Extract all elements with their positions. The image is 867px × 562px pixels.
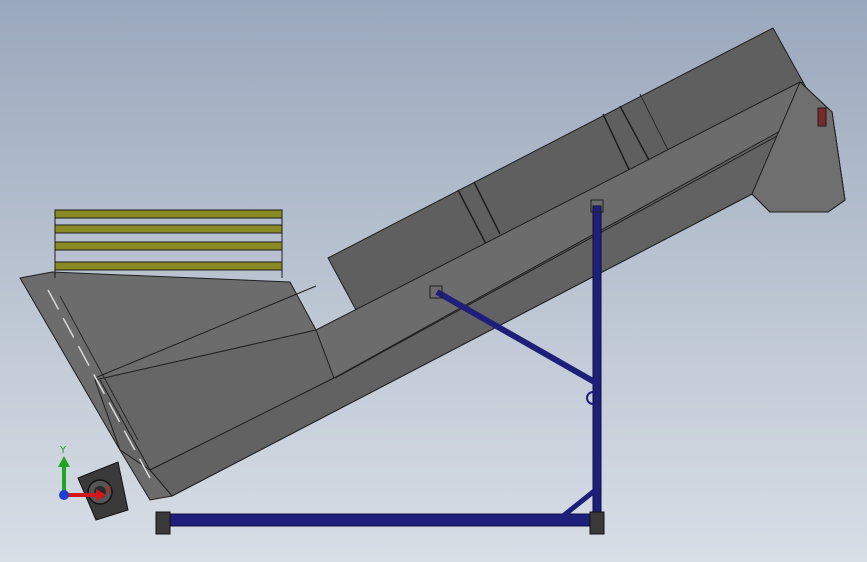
foot-right bbox=[589, 511, 605, 535]
base-beam bbox=[165, 513, 603, 527]
triad-z-axis bbox=[59, 490, 69, 500]
graphics-viewport[interactable]: Y X bbox=[0, 0, 867, 562]
vertical-post bbox=[592, 205, 602, 517]
model-scene[interactable]: Y X bbox=[0, 0, 867, 562]
triad-x-label: X bbox=[105, 485, 112, 496]
foot-left bbox=[155, 511, 171, 535]
end-cap-knob bbox=[817, 107, 827, 127]
inclined-trough[interactable] bbox=[19, 81, 846, 501]
inlet-rails[interactable] bbox=[54, 209, 283, 278]
triad-y-label: Y bbox=[59, 445, 67, 456]
drive-motor[interactable] bbox=[77, 461, 129, 521]
